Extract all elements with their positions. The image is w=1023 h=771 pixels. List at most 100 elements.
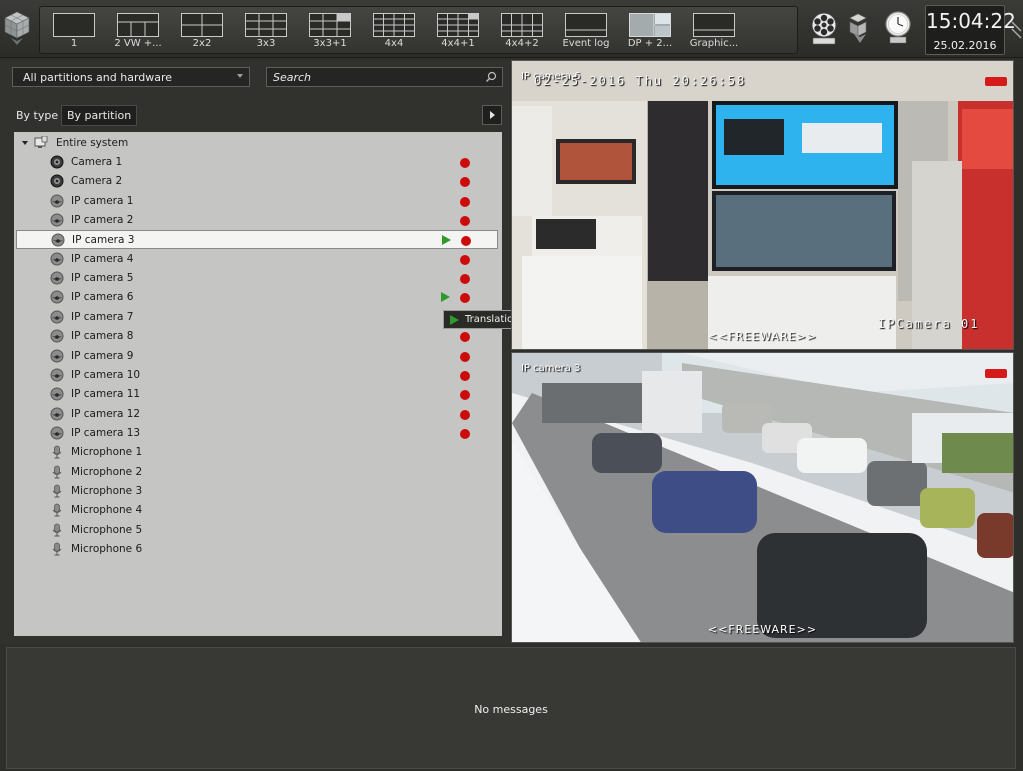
- tree-item-microphone-5[interactable]: Microphone 5: [16, 521, 498, 540]
- tree-item-label: IP camera 1: [71, 194, 134, 207]
- tree-item-microphone-4[interactable]: Microphone 4: [16, 501, 498, 520]
- window-resize-grip-icon[interactable]: [1010, 20, 1022, 40]
- layout-1-button[interactable]: 1: [44, 10, 104, 52]
- tree-item-ip-camera-2[interactable]: IP camera 2: [16, 211, 498, 230]
- ip-camera-icon: [50, 271, 64, 288]
- tab-by-partition[interactable]: By partition: [61, 105, 138, 126]
- search-input[interactable]: Search: [266, 67, 503, 87]
- ip-camera-icon: [50, 407, 64, 424]
- settings-cubes-icon[interactable]: [846, 10, 874, 46]
- tree-item-camera-2[interactable]: Camera 2: [16, 172, 498, 191]
- tree-item-ip-camera-12[interactable]: IP camera 12: [16, 405, 498, 424]
- ip-camera-icon: [50, 290, 64, 307]
- layout-4x4-plus2-button[interactable]: 4x4+2: [492, 10, 552, 52]
- alarm-status-dot-icon: [460, 177, 470, 188]
- app-logo-cube-icon[interactable]: [2, 6, 32, 50]
- layout-graphic-button[interactable]: Graphic...: [684, 10, 744, 52]
- tree-item-label: IP camera 9: [71, 349, 134, 362]
- tree-item-label: Camera 1: [71, 156, 123, 168]
- microphone-icon: [50, 465, 64, 482]
- osd-datetime: 02-25-2016 Thu 20:26:58: [534, 74, 747, 88]
- tree-item-label: Camera 2: [71, 175, 123, 188]
- tree-item-camera-1[interactable]: Camera 1: [16, 153, 498, 172]
- microphone-icon: [50, 503, 64, 520]
- microphone-icon: [50, 445, 64, 462]
- analog-camera-icon: [50, 174, 64, 191]
- alarm-status-dot-icon: [460, 216, 470, 227]
- expand-panel-button[interactable]: [482, 105, 502, 125]
- layout-event-log-button[interactable]: Event log: [556, 10, 616, 52]
- clock-date: 25.02.2016: [933, 39, 997, 52]
- tree-item-ip-camera-5[interactable]: IP camera 5: [16, 269, 498, 288]
- search-placeholder: Search: [273, 71, 312, 84]
- tree-item-label: Microphone 4: [71, 504, 143, 517]
- microphone-icon: [50, 542, 64, 559]
- tree-item-ip-camera-4[interactable]: IP camera 4: [16, 250, 498, 269]
- ip-camera-icon: [50, 329, 64, 346]
- microphone-icon: [50, 484, 64, 501]
- ip-camera-icon: [50, 387, 64, 404]
- tree-item-ip-camera-7[interactable]: IP camera 7: [16, 308, 498, 327]
- tree-item-microphone-6[interactable]: Microphone 6: [16, 540, 498, 559]
- tree-item-ip-camera-13[interactable]: IP camera 13: [16, 424, 498, 443]
- film-reel-icon[interactable]: [810, 10, 838, 46]
- partition-dropdown-value: All partitions and hardware: [23, 71, 173, 84]
- tree-item-microphone-1[interactable]: Microphone 1: [16, 443, 498, 462]
- layout-3x3-plus1-button[interactable]: 3x3+1: [300, 10, 360, 52]
- tree-item-label: IP camera 4: [71, 252, 134, 265]
- video-view-ip-camera-6[interactable]: IP camera 6 02-25-2016 Thu 20:26:58 IPCa…: [511, 60, 1014, 350]
- play-icon[interactable]: [442, 235, 451, 246]
- system-clock: 15:04:22 25.02.2016: [925, 5, 1016, 55]
- object-tree-panel: All partitions and hardware Search By ty…: [0, 60, 521, 644]
- alarm-status-dot-icon: [460, 370, 470, 381]
- ip-camera-icon: [50, 213, 64, 230]
- recording-indicator-icon: [985, 71, 1007, 86]
- tree-item-label: Microphone 3: [71, 484, 143, 497]
- layout-4x4-button[interactable]: 4x4: [364, 10, 424, 52]
- tree-item-ip-camera-11[interactable]: IP camera 11: [16, 385, 498, 404]
- ip-camera-icon: [50, 349, 64, 366]
- layout-4x4-plus1-button[interactable]: 4x4+1: [428, 10, 488, 52]
- clock-time: 15:04:22: [926, 9, 1016, 33]
- tree-root-entire-system[interactable]: Entire system: [16, 134, 498, 153]
- tree-item-label: IP camera 2: [71, 214, 134, 227]
- tab-by-type[interactable]: By type: [16, 105, 58, 126]
- tree-item-label: IP camera 10: [71, 368, 141, 381]
- microphone-icon: [50, 523, 64, 540]
- messages-empty-text: No messages: [474, 703, 548, 716]
- tree-item-ip-camera-10[interactable]: IP camera 10: [16, 366, 498, 385]
- alarm-status-dot-icon: [460, 332, 470, 343]
- tree-item-microphone-3[interactable]: Microphone 3: [16, 482, 498, 501]
- tree-item-label: IP camera 5: [71, 272, 134, 285]
- tree-item-ip-camera-3[interactable]: IP camera 3: [16, 230, 498, 250]
- collapse-arrow-icon[interactable]: [22, 141, 28, 145]
- alarm-status-dot-icon: [461, 236, 471, 247]
- tree-item-label: IP camera 11: [71, 388, 141, 401]
- tree-item-ip-camera-1[interactable]: IP camera 1: [16, 192, 498, 211]
- search-icon[interactable]: [485, 71, 497, 86]
- tree-item-label: Microphone 6: [71, 543, 143, 555]
- tree-item-ip-camera-9[interactable]: IP camera 9: [16, 347, 498, 366]
- clock-icon[interactable]: [884, 10, 912, 46]
- ip-camera-icon: [50, 368, 64, 385]
- tree-item-microphone-2[interactable]: Microphone 2: [16, 463, 498, 482]
- recording-indicator-icon: [985, 363, 1007, 378]
- layout-2x2-button[interactable]: 2x2: [172, 10, 232, 52]
- ip-camera-icon: [50, 426, 64, 443]
- layout-2vw-button[interactable]: 2 VW +...: [108, 10, 168, 52]
- tree-item-label: IP camera 6: [71, 291, 134, 304]
- alarm-status-dot-icon: [460, 351, 470, 362]
- video-view-ip-camera-3[interactable]: IP camera 3 <<FREEWARE>>: [511, 352, 1014, 643]
- ip-camera-icon: [50, 194, 64, 211]
- tree-item-ip-camera-6[interactable]: IP camera 6: [16, 288, 498, 307]
- alarm-status-dot-icon: [460, 274, 470, 285]
- layout-selector: 1 2 VW +... 2x2 3x3 3x3+1 4x4 4x4+1 4x4+…: [39, 6, 798, 54]
- partition-dropdown[interactable]: All partitions and hardware: [12, 67, 250, 87]
- alarm-status-dot-icon: [460, 254, 470, 265]
- play-icon: [450, 315, 459, 325]
- tree-item-ip-camera-8[interactable]: IP camera 8: [16, 327, 498, 346]
- layout-3x3-button[interactable]: 3x3: [236, 10, 296, 52]
- layout-dp-2-button[interactable]: DP + 2...: [620, 10, 680, 52]
- play-icon[interactable]: [441, 292, 450, 303]
- system-computer-icon: [34, 135, 48, 153]
